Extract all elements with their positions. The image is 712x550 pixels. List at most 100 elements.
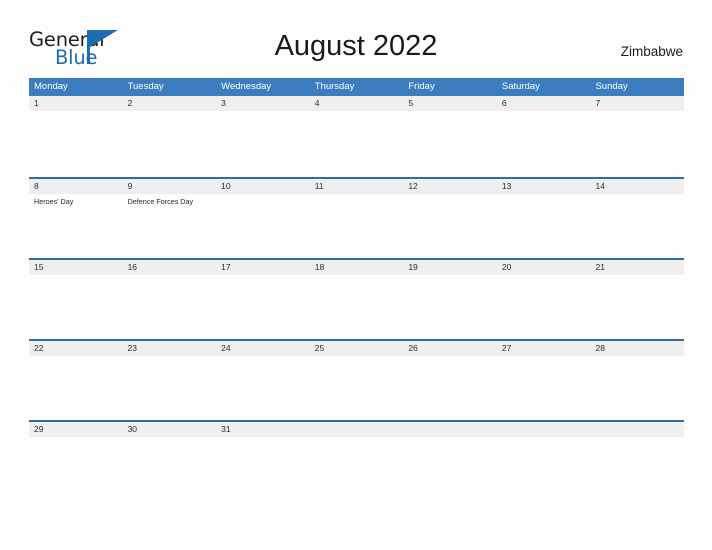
day-number-empty	[310, 422, 404, 437]
day-number[interactable]: 25	[310, 341, 404, 356]
day-number-empty	[403, 422, 497, 437]
day-number[interactable]: 3	[216, 96, 310, 111]
day-number[interactable]: 16	[123, 260, 217, 275]
day-cell[interactable]	[497, 275, 591, 339]
day-cell[interactable]	[497, 194, 591, 258]
day-number[interactable]: 7	[590, 96, 684, 111]
day-cell[interactable]	[216, 275, 310, 339]
day-cell[interactable]	[216, 194, 310, 258]
day-cell[interactable]	[590, 194, 684, 258]
day-number[interactable]: 4	[310, 96, 404, 111]
calendar-week-row: 29 30 31	[29, 420, 684, 501]
day-cell[interactable]	[29, 275, 123, 339]
day-number[interactable]: 9	[123, 179, 217, 194]
day-number[interactable]: 11	[310, 179, 404, 194]
day-cell[interactable]	[123, 437, 217, 501]
day-cell-empty	[590, 437, 684, 501]
day-cell[interactable]	[497, 356, 591, 420]
day-cell[interactable]	[403, 111, 497, 175]
day-cell[interactable]	[310, 194, 404, 258]
day-cell[interactable]	[123, 356, 217, 420]
week-event-band	[29, 436, 684, 501]
day-cell[interactable]	[29, 111, 123, 175]
day-cell[interactable]	[29, 356, 123, 420]
day-number[interactable]: 2	[123, 96, 217, 111]
day-number[interactable]: 1	[29, 96, 123, 111]
day-number[interactable]: 24	[216, 341, 310, 356]
day-cell-empty	[310, 437, 404, 501]
day-number[interactable]: 13	[497, 179, 591, 194]
day-number[interactable]: 18	[310, 260, 404, 275]
day-number[interactable]: 31	[216, 422, 310, 437]
day-number[interactable]: 29	[29, 422, 123, 437]
weekday-header-row: Monday Tuesday Wednesday Thursday Friday…	[29, 78, 684, 96]
day-number[interactable]: 19	[403, 260, 497, 275]
day-cell[interactable]	[123, 275, 217, 339]
day-cell[interactable]	[403, 356, 497, 420]
day-cell[interactable]	[403, 194, 497, 258]
week-date-band: 15 16 17 18 19 20 21	[29, 259, 684, 275]
day-number[interactable]: 12	[403, 179, 497, 194]
day-number[interactable]: 17	[216, 260, 310, 275]
day-number[interactable]: 20	[497, 260, 591, 275]
day-number[interactable]: 14	[590, 179, 684, 194]
week-date-band: 1 2 3 4 5 6 7	[29, 96, 684, 111]
day-cell[interactable]	[590, 111, 684, 175]
week-event-band: Heroes' Day Defence Forces Day	[29, 193, 684, 258]
day-cell[interactable]	[216, 437, 310, 501]
day-cell[interactable]	[497, 111, 591, 175]
day-cell[interactable]	[310, 111, 404, 175]
page-title: August 2022	[274, 30, 438, 62]
day-cell[interactable]	[590, 356, 684, 420]
day-cell-empty	[403, 437, 497, 501]
day-cell[interactable]	[216, 111, 310, 175]
weekday-header-wednesday: Wednesday	[221, 81, 272, 92]
calendar-week-row: 1 2 3 4 5 6 7	[29, 96, 684, 177]
day-cell[interactable]	[590, 275, 684, 339]
day-number[interactable]: 22	[29, 341, 123, 356]
week-date-band: 8 9 10 11 12 13 14	[29, 178, 684, 194]
week-date-band: 22 23 24 25 26 27 28	[29, 340, 684, 356]
day-number[interactable]: 27	[497, 341, 591, 356]
day-cell[interactable]	[29, 437, 123, 501]
week-event-band	[29, 111, 684, 175]
calendar-page: General Blue August 2022 Zimbabwe Monday…	[0, 0, 712, 550]
day-number[interactable]: 21	[590, 260, 684, 275]
day-number[interactable]: 30	[123, 422, 217, 437]
weekday-header-monday: Monday	[34, 81, 68, 92]
day-cell-empty	[497, 437, 591, 501]
day-number[interactable]: 6	[497, 96, 591, 111]
calendar-week-row: 15 16 17 18 19 20 21	[29, 258, 684, 339]
day-number[interactable]: 10	[216, 179, 310, 194]
day-cell[interactable]	[310, 275, 404, 339]
day-cell[interactable]: Defence Forces Day	[123, 194, 217, 258]
day-number[interactable]: 23	[123, 341, 217, 356]
weekday-header-sunday: Sunday	[595, 81, 628, 92]
day-number[interactable]: 28	[590, 341, 684, 356]
day-cell[interactable]	[403, 275, 497, 339]
day-number[interactable]: 15	[29, 260, 123, 275]
day-cell[interactable]	[216, 356, 310, 420]
day-number-empty	[590, 422, 684, 437]
day-number-empty	[497, 422, 591, 437]
country-label: Zimbabwe	[620, 44, 683, 59]
week-event-band	[29, 355, 684, 420]
day-event-label: Heroes' Day	[34, 196, 74, 206]
weekday-header-tuesday: Tuesday	[127, 81, 164, 92]
weekday-header-friday: Friday	[408, 81, 435, 92]
day-cell[interactable]: Heroes' Day	[29, 194, 123, 258]
calendar-week-row: 22 23 24 25 26 27 28	[29, 339, 684, 420]
day-cell[interactable]	[123, 111, 217, 175]
week-event-band	[29, 274, 684, 339]
day-event-label: Defence Forces Day	[127, 196, 194, 206]
page-header: General Blue August 2022 Zimbabwe	[0, 0, 712, 78]
day-cell[interactable]	[310, 356, 404, 420]
week-date-band: 29 30 31	[29, 421, 684, 437]
weekday-header-thursday: Thursday	[314, 81, 355, 92]
day-number[interactable]: 26	[403, 341, 497, 356]
day-number[interactable]: 8	[29, 179, 123, 194]
day-number[interactable]: 5	[403, 96, 497, 111]
calendar-week-row: 8 9 10 11 12 13 14 Heroes' Day Defence F…	[29, 177, 684, 258]
calendar-grid: Monday Tuesday Wednesday Thursday Friday…	[29, 78, 684, 501]
weekday-header-saturday: Saturday	[501, 81, 540, 92]
